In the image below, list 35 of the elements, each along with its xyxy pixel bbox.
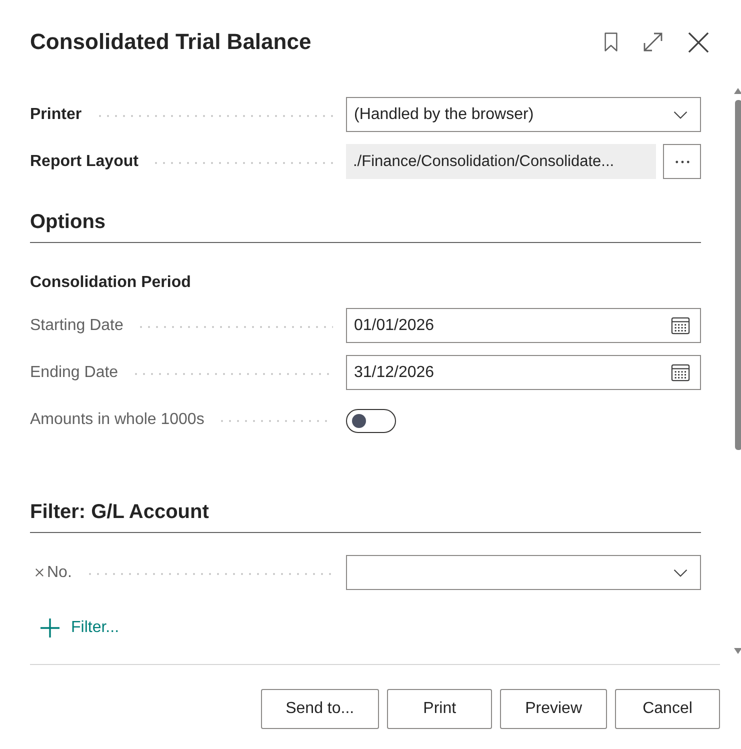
dialog-button[interactable]: Send to... bbox=[260, 689, 380, 729]
field-label: Starting Date bbox=[30, 316, 124, 336]
bookmark-icon[interactable] bbox=[604, 32, 618, 52]
date-field[interactable]: 01/01/2026 bbox=[346, 308, 701, 343]
dialog-button[interactable]: Print bbox=[387, 689, 492, 729]
field-label: Ending Date bbox=[30, 362, 118, 382]
field-label: Amounts in whole 1000s bbox=[30, 410, 204, 430]
plus-icon bbox=[40, 618, 60, 638]
field-label: No. bbox=[47, 562, 72, 582]
dropdown-field[interactable] bbox=[346, 555, 701, 590]
more-button[interactable] bbox=[663, 144, 701, 179]
add-filter-link[interactable]: Filter... bbox=[40, 618, 120, 638]
close-icon[interactable] bbox=[688, 32, 709, 52]
close-icon[interactable] bbox=[35, 568, 44, 577]
scroll-down-arrow-icon[interactable] bbox=[734, 648, 741, 654]
dropdown-field[interactable]: (Handled by the browser) bbox=[346, 97, 701, 132]
dialog-title: Consolidated Trial Balance bbox=[30, 28, 312, 56]
date-field[interactable]: 31/12/2026 bbox=[346, 355, 701, 390]
field-label: Report Layout bbox=[30, 152, 138, 172]
group-heading: Consolidation Period bbox=[30, 273, 191, 293]
dialog-button[interactable]: Cancel bbox=[615, 689, 720, 729]
expand-icon[interactable] bbox=[643, 32, 663, 52]
toggle-switch[interactable] bbox=[346, 408, 396, 432]
calendar-icon[interactable] bbox=[671, 363, 690, 382]
scroll-up-arrow-icon[interactable] bbox=[734, 88, 741, 94]
dialog-button[interactable]: Preview bbox=[500, 689, 607, 729]
more-icon bbox=[674, 160, 690, 164]
layout-field[interactable]: ./Finance/Consolidation/Consolidate... bbox=[346, 144, 656, 179]
chevron-down-icon bbox=[673, 568, 688, 576]
section-heading: Filter: G/L Account bbox=[30, 501, 209, 523]
scrollbar-thumb[interactable] bbox=[734, 100, 741, 450]
calendar-icon[interactable] bbox=[671, 316, 690, 335]
section-heading: Options bbox=[30, 211, 106, 233]
field-label: Printer bbox=[30, 104, 82, 124]
chevron-down-icon bbox=[673, 110, 688, 118]
